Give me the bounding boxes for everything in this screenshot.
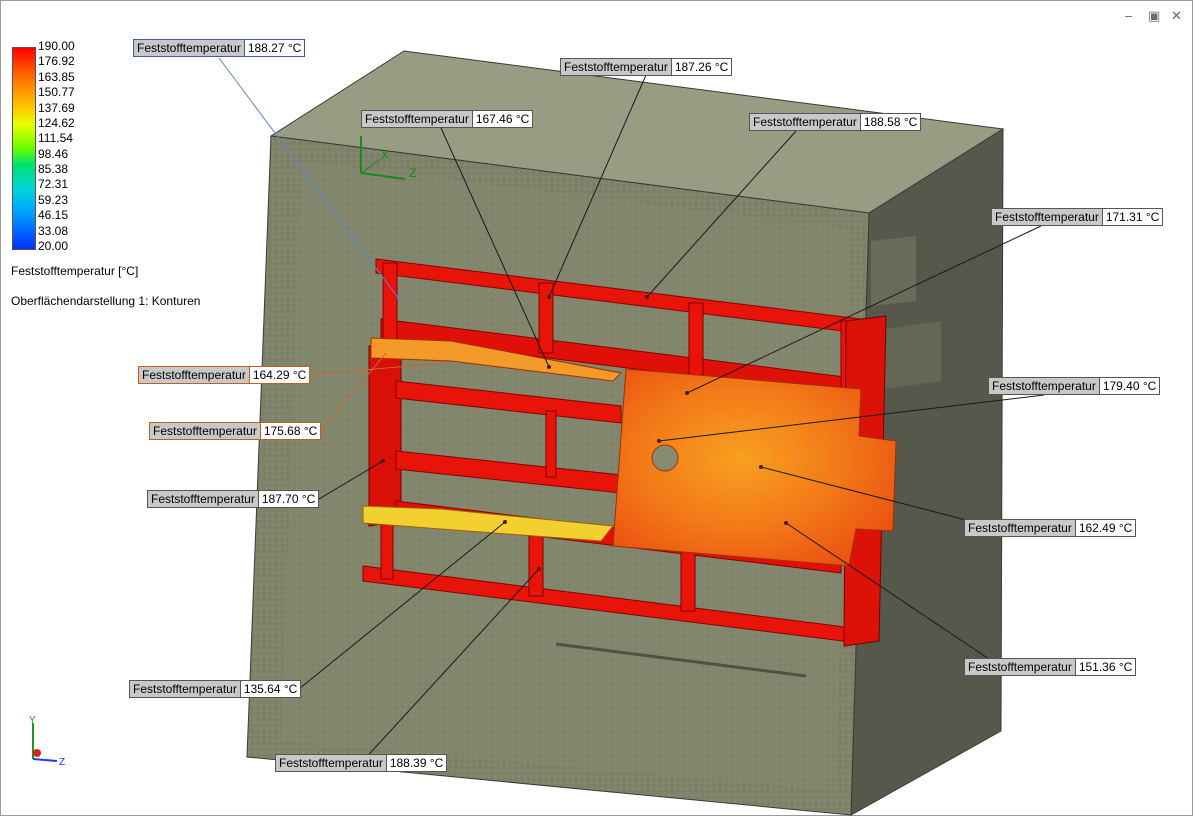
probe-annotation[interactable]: Feststofftemperatur 151.36 °C [964, 658, 1137, 676]
legend-tick: 46.15 [38, 208, 69, 222]
restore-button[interactable]: ▣ [1148, 9, 1160, 23]
legend-tick: 59.23 [38, 193, 69, 207]
probe-annotation[interactable]: Feststofftemperatur 167.46 °C [361, 110, 534, 128]
probe-value: 188.27 °C [244, 39, 306, 57]
probe-annotation[interactable]: Feststofftemperatur 179.40 °C [988, 377, 1161, 395]
probe-annotation[interactable]: Feststofftemperatur 135.64 °C [129, 680, 302, 698]
probe-value: 187.70 °C [258, 490, 320, 508]
probe-label: Feststofftemperatur [964, 658, 1076, 676]
probe-annotation[interactable]: Feststofftemperatur 187.26 °C [560, 58, 733, 76]
view-axis-triad [32, 723, 58, 762]
probe-label: Feststofftemperatur [988, 377, 1100, 395]
probe-label: Feststofftemperatur [133, 39, 245, 57]
legend-tick: 176.92 [38, 54, 75, 68]
legend-tick: 150.77 [38, 85, 75, 99]
probe-annotation[interactable]: Feststofftemperatur 188.27 °C [133, 39, 306, 57]
model-axis-x-label: X [381, 148, 389, 162]
probe-label: Feststofftemperatur [361, 110, 473, 128]
legend-tick: 20.00 [38, 239, 69, 253]
minimize-button[interactable]: – [1125, 9, 1132, 23]
probe-annotation[interactable]: Feststofftemperatur 162.49 °C [964, 519, 1137, 537]
legend-tick: 111.54 [38, 131, 73, 145]
legend-color-bar [12, 47, 36, 250]
probe-value: 179.40 °C [1099, 377, 1161, 395]
probe-annotation[interactable]: Feststofftemperatur 187.70 °C [147, 490, 320, 508]
legend-tick: 137.69 [38, 101, 75, 115]
probe-label: Feststofftemperatur [749, 113, 861, 131]
legend-title: Feststofftemperatur [°C] [11, 264, 139, 278]
probe-value: 167.46 °C [472, 110, 534, 128]
probe-value: 162.49 °C [1075, 519, 1137, 537]
probe-annotation[interactable]: Feststofftemperatur 175.68 °C [149, 422, 322, 440]
probe-annotation[interactable]: Feststofftemperatur 164.29 °C [138, 366, 311, 384]
plot-name: Oberflächendarstellung 1: Konturen [11, 294, 201, 308]
probe-label: Feststofftemperatur [149, 422, 261, 440]
probe-annotation[interactable]: Feststofftemperatur 188.39 °C [275, 754, 448, 772]
legend-tick: 124.62 [38, 116, 75, 130]
probe-value: 188.39 °C [386, 754, 448, 772]
simulation-viewport[interactable]: X Z Y Z – ▣ ✕ 190.00 176.92 163.85 150.7… [0, 0, 1193, 816]
view-axis-z-label: Z [59, 757, 65, 768]
legend-tick: 98.46 [38, 147, 69, 161]
probe-label: Feststofftemperatur [138, 366, 250, 384]
probe-value: 171.31 °C [1102, 208, 1164, 226]
legend-tick: 72.31 [38, 177, 69, 191]
probe-value: 164.29 °C [249, 366, 311, 384]
view-axis-y-label: Y [29, 715, 36, 726]
probe-label: Feststofftemperatur [275, 754, 387, 772]
legend-tick: 85.38 [38, 162, 69, 176]
probe-label: Feststofftemperatur [560, 58, 672, 76]
probe-label: Feststofftemperatur [964, 519, 1076, 537]
probe-label: Feststofftemperatur [129, 680, 241, 698]
legend-tick: 190.00 [38, 39, 75, 53]
legend-tick: 163.85 [38, 70, 75, 84]
model-axis-z-label: Z [409, 166, 416, 180]
probe-value: 188.58 °C [860, 113, 922, 131]
probe-value: 151.36 °C [1075, 658, 1137, 676]
probe-value: 175.68 °C [260, 422, 322, 440]
probe-label: Feststofftemperatur [147, 490, 259, 508]
probe-value: 135.64 °C [240, 680, 302, 698]
legend-tick: 33.08 [38, 224, 69, 238]
probe-annotation[interactable]: Feststofftemperatur 171.31 °C [991, 208, 1164, 226]
close-button[interactable]: ✕ [1171, 9, 1182, 23]
probe-annotation[interactable]: Feststofftemperatur 188.58 °C [749, 113, 922, 131]
probe-value: 187.26 °C [671, 58, 733, 76]
probe-label: Feststofftemperatur [991, 208, 1103, 226]
